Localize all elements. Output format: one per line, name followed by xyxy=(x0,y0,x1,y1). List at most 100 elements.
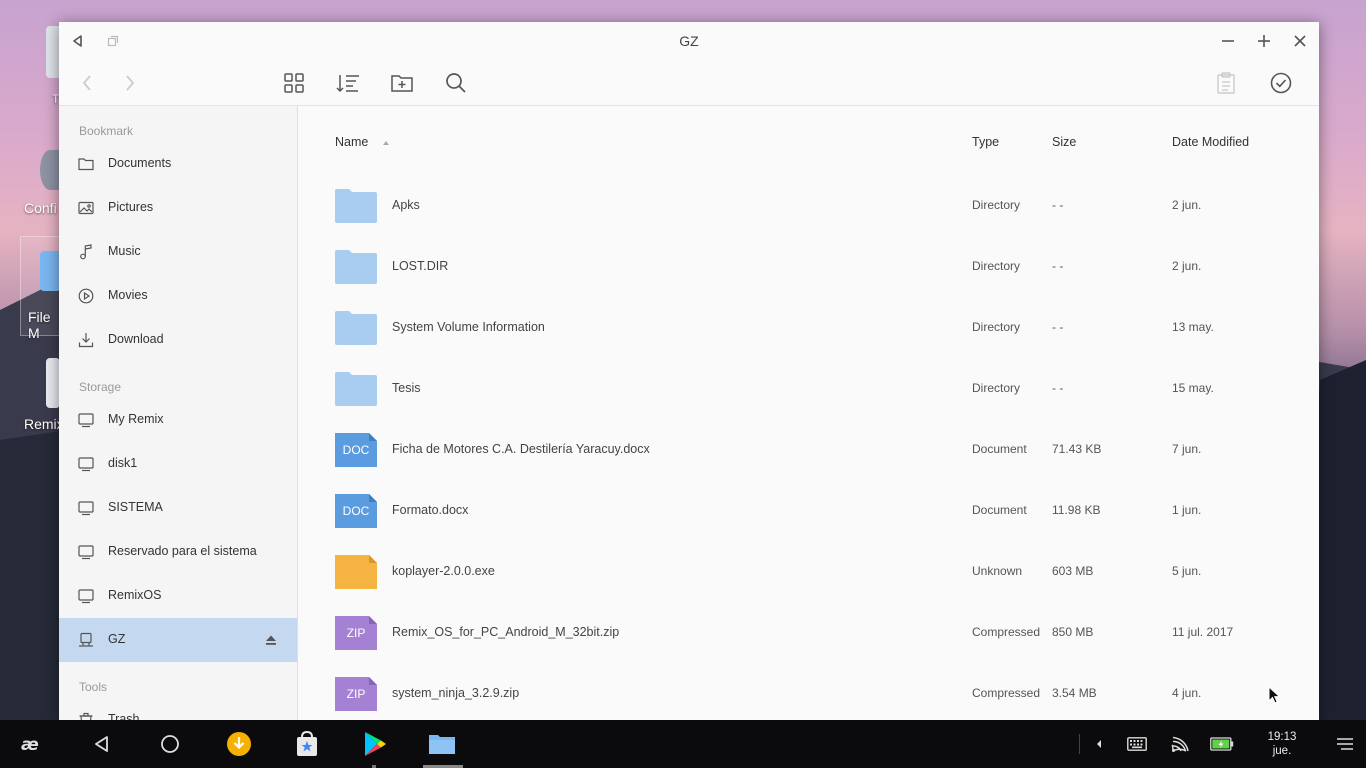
file-size: 71.43 KB xyxy=(1052,442,1102,456)
file-type: Directory xyxy=(972,259,1021,273)
sidebar-item-music[interactable]: Music xyxy=(59,230,297,274)
sidebar-item-label: Reservado para el sistema xyxy=(108,544,257,558)
column-header-type[interactable]: Type xyxy=(972,135,999,149)
file-row[interactable]: ZIP system_ninja_3.2.9.zip Compressed 3.… xyxy=(299,667,1319,720)
nav-forward-icon[interactable] xyxy=(115,68,145,98)
sidebar: Bookmark Documents Pictures Music Movies… xyxy=(59,106,298,720)
doc-file-icon: DOC xyxy=(335,494,377,528)
sidebar-item-gz[interactable]: GZ xyxy=(59,618,297,662)
file-row[interactable]: ZIP Remix_OS_for_PC_Android_M_32bit.zip … xyxy=(299,606,1319,667)
sidebar-item-label: disk1 xyxy=(108,456,138,470)
monitor-icon xyxy=(78,501,94,516)
file-badge: ZIP xyxy=(346,626,366,640)
file-date: 11 jul. 2017 xyxy=(1172,625,1234,639)
file-name: Ficha de Motores C.A. Destilería Yaracuy… xyxy=(392,442,650,456)
sidebar-item-sistema[interactable]: SISTEMA xyxy=(59,486,297,530)
home-nav-icon[interactable] xyxy=(153,728,187,760)
zip-file-icon: ZIP xyxy=(335,677,377,711)
doc-file-icon: DOC xyxy=(335,433,377,467)
file-date: 4 jun. xyxy=(1172,686,1202,700)
notification-menu-icon[interactable] xyxy=(1328,728,1362,760)
play-circle-icon xyxy=(78,288,94,304)
file-date: 5 jun. xyxy=(1172,564,1202,578)
file-date: 7 jun. xyxy=(1172,442,1202,456)
eject-icon[interactable] xyxy=(264,633,278,647)
sidebar-item-label: My Remix xyxy=(108,412,164,426)
file-size: 11.98 KB xyxy=(1052,503,1101,517)
file-size: 3.54 MB xyxy=(1052,686,1097,700)
file-date: 2 jun. xyxy=(1172,259,1202,273)
maximize-icon[interactable] xyxy=(1253,30,1275,52)
sidebar-item-trash[interactable]: Trash xyxy=(59,698,297,720)
download-app-icon[interactable] xyxy=(222,728,256,760)
folder-icon xyxy=(335,372,377,406)
file-manager-window: GZ Bookmark Documents Pictures Music Mov… xyxy=(59,22,1319,720)
column-header-size[interactable]: Size xyxy=(1052,135,1076,149)
sidebar-item-remixos[interactable]: RemixOS xyxy=(59,574,297,618)
file-badge: ZIP xyxy=(346,687,366,701)
mouse-cursor-icon xyxy=(1268,686,1281,704)
file-row[interactable]: DOC Ficha de Motores C.A. Destilería Yar… xyxy=(299,423,1319,484)
tools-header: Tools xyxy=(79,680,108,694)
grid-view-icon[interactable] xyxy=(279,68,309,98)
settings-desktop-icon[interactable]: Confi xyxy=(24,150,60,220)
sidebar-item-reservado[interactable]: Reservado para el sistema xyxy=(59,530,297,574)
store-app-icon[interactable] xyxy=(290,728,324,760)
keyboard-icon[interactable] xyxy=(1120,728,1154,760)
folder-icon xyxy=(335,189,377,223)
svg-text:æ: æ xyxy=(21,735,39,754)
select-check-icon[interactable] xyxy=(1266,68,1296,98)
play-store-icon[interactable] xyxy=(358,728,392,760)
sidebar-item-my-remix[interactable]: My Remix xyxy=(59,398,297,442)
music-icon xyxy=(80,244,92,260)
file-row[interactable]: koplayer-2.0.0.exe Unknown 603 MB 5 jun. xyxy=(299,545,1319,606)
clipboard-icon[interactable] xyxy=(1211,68,1241,98)
clock-day: jue. xyxy=(1272,745,1292,757)
search-icon[interactable] xyxy=(441,68,471,98)
remix-start-icon[interactable]: æ xyxy=(16,728,50,760)
sidebar-item-download[interactable]: Download xyxy=(59,318,297,362)
file-row[interactable]: Apks Directory - - 2 jun. xyxy=(299,179,1319,240)
file-size: 850 MB xyxy=(1052,625,1094,639)
file-name: Remix_OS_for_PC_Android_M_32bit.zip xyxy=(392,625,620,639)
nav-back-icon[interactable] xyxy=(72,68,102,98)
monitor-icon xyxy=(78,457,94,472)
title-bar[interactable]: GZ xyxy=(59,22,1319,60)
sidebar-item-pictures[interactable]: Pictures xyxy=(59,186,297,230)
column-name-label: Name xyxy=(335,135,369,149)
sidebar-item-movies[interactable]: Movies xyxy=(59,274,297,318)
sidebar-item-label: SISTEMA xyxy=(108,500,163,514)
file-manager-desktop-icon[interactable]: File M xyxy=(20,236,61,341)
file-row[interactable]: Tesis Directory - - 15 may. xyxy=(299,362,1319,423)
column-header-name[interactable]: Name xyxy=(335,135,390,149)
sidebar-item-disk1[interactable]: disk1 xyxy=(59,442,297,486)
back-nav-icon[interactable] xyxy=(85,728,119,760)
file-name: LOST.DIR xyxy=(392,259,449,273)
file-type: Unknown xyxy=(972,564,1023,578)
files-app-icon[interactable] xyxy=(425,728,459,760)
file-name: system_ninja_3.2.9.zip xyxy=(392,686,520,700)
tray-expand-icon[interactable] xyxy=(1082,728,1116,760)
file-name: Tesis xyxy=(392,381,421,395)
minimize-icon[interactable] xyxy=(1217,30,1239,52)
file-type: Directory xyxy=(972,381,1021,395)
network-signal-icon[interactable] xyxy=(1163,728,1197,760)
file-row[interactable]: LOST.DIR Directory - - 2 jun. xyxy=(299,240,1319,301)
folder-icon xyxy=(78,158,94,171)
file-row[interactable]: DOC Formato.docx Document 11.98 KB 1 jun… xyxy=(299,484,1319,545)
sort-icon[interactable] xyxy=(333,68,363,98)
remix-desktop-icon[interactable]: Remix xyxy=(24,358,64,438)
column-header-date[interactable]: Date Modified xyxy=(1172,135,1249,149)
folder-icon xyxy=(335,311,377,345)
sidebar-item-documents[interactable]: Documents xyxy=(59,142,297,186)
file-badge: DOC xyxy=(342,443,370,457)
clock[interactable]: 19:13 jue. xyxy=(1262,730,1302,758)
file-type: Compressed xyxy=(972,625,1041,639)
new-folder-icon[interactable] xyxy=(387,68,417,98)
sidebar-item-label: Pictures xyxy=(108,200,154,214)
close-icon[interactable] xyxy=(1289,30,1311,52)
file-type: Document xyxy=(972,442,1027,456)
file-row[interactable]: System Volume Information Directory - - … xyxy=(299,301,1319,362)
battery-icon[interactable] xyxy=(1205,728,1239,760)
taskbar-divider xyxy=(1079,734,1080,754)
